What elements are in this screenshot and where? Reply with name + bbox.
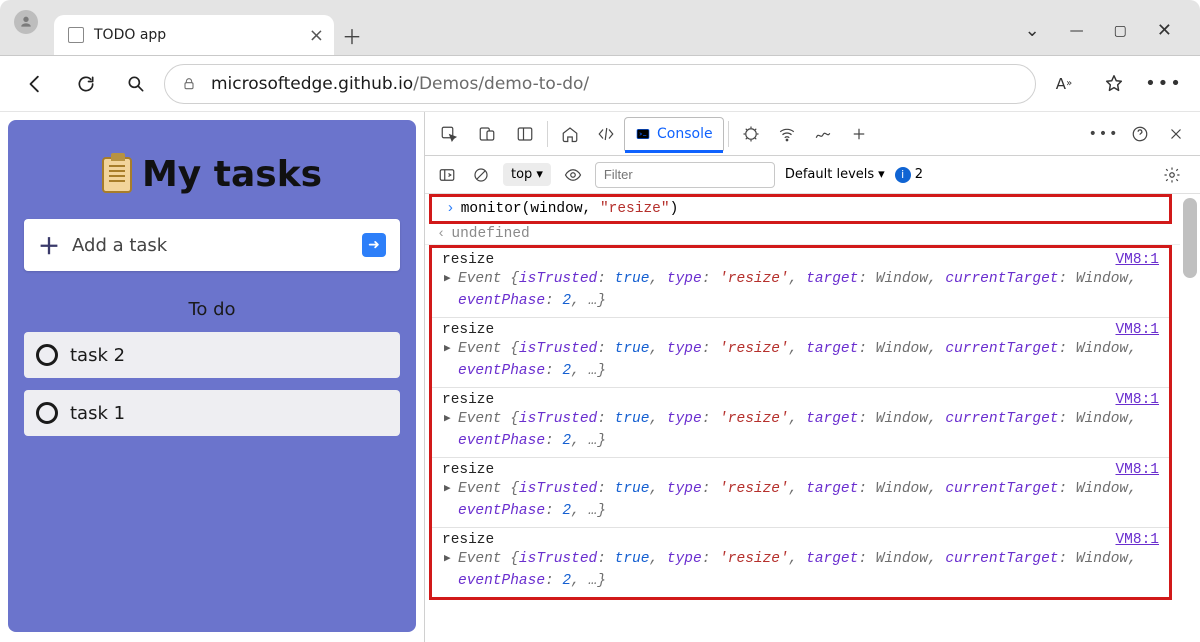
back-button[interactable]	[14, 62, 58, 106]
log-object-preview[interactable]: ▶ Event {isTrusted: true, type: 'resize'…	[442, 268, 1159, 313]
window-maximize-button[interactable]: ▢	[1114, 23, 1127, 39]
console-return-value: ‹ undefined	[425, 224, 1180, 245]
browser-tab[interactable]: TODO app ×	[54, 15, 334, 55]
expand-icon[interactable]: ▶	[444, 481, 451, 498]
read-aloud-button[interactable]: A»	[1042, 62, 1086, 106]
chevron-down-icon: ▾	[878, 167, 885, 182]
log-object-preview[interactable]: ▶ Event {isTrusted: true, type: 'resize'…	[442, 408, 1159, 453]
console-tab[interactable]: Console	[624, 117, 724, 151]
log-levels-selector[interactable]: Default levels ▾	[785, 167, 885, 182]
plus-icon: ＋	[38, 229, 60, 261]
search-button[interactable]	[114, 62, 158, 106]
console-log-entry[interactable]: resize VM8:1 ▶ Event {isTrusted: true, t…	[432, 458, 1169, 528]
log-source-link[interactable]: VM8:1	[1115, 532, 1159, 548]
devtools-more-button[interactable]: •••	[1086, 116, 1122, 152]
favorite-button[interactable]	[1092, 62, 1136, 106]
panel-layout-button[interactable]	[507, 116, 543, 152]
issue-badge: i	[895, 167, 911, 183]
log-source-link[interactable]: VM8:1	[1115, 392, 1159, 408]
context-label: top	[511, 167, 532, 182]
console-input-echo: › monitor(window, "resize")	[429, 194, 1172, 224]
log-source-link[interactable]: VM8:1	[1115, 462, 1159, 478]
console-tab-label: Console	[657, 126, 713, 142]
clipboard-icon	[102, 157, 132, 193]
tab-actions-button[interactable]: ⌄	[1025, 20, 1040, 41]
page-content: My tasks ＋ Add a task ➜ To do task 2 task…	[0, 112, 424, 642]
app-heading: My tasks	[142, 154, 322, 195]
refresh-button[interactable]	[64, 62, 108, 106]
log-event-name: resize	[442, 532, 494, 548]
console-log-entry[interactable]: resize VM8:1 ▶ Event {isTrusted: true, t…	[432, 388, 1169, 458]
log-event-name: resize	[442, 322, 494, 338]
log-levels-label: Default levels	[785, 167, 874, 182]
console-sidebar-toggle[interactable]	[435, 157, 459, 193]
welcome-tab[interactable]	[552, 116, 588, 152]
network-conditions-button[interactable]	[769, 116, 805, 152]
url-text: microsoftedge.github.io/Demos/demo-to-do…	[211, 74, 589, 94]
address-bar[interactable]: microsoftedge.github.io/Demos/demo-to-do…	[164, 64, 1036, 104]
profile-avatar[interactable]	[14, 10, 38, 34]
window-close-button[interactable]: ✕	[1157, 20, 1172, 41]
issues-button[interactable]	[733, 116, 769, 152]
log-source-link[interactable]: VM8:1	[1115, 322, 1159, 338]
task-checkbox[interactable]	[36, 402, 58, 424]
chevron-down-icon: ▾	[536, 167, 543, 182]
more-tabs-button[interactable]	[841, 116, 877, 152]
expand-icon[interactable]: ▶	[444, 411, 451, 428]
console-settings-button[interactable]	[1154, 157, 1190, 193]
console-scrollbar[interactable]	[1183, 198, 1197, 278]
tab-close-icon[interactable]: ×	[309, 25, 324, 46]
issue-count: 2	[915, 167, 923, 182]
return-arrow-icon: ‹	[437, 226, 445, 242]
task-item[interactable]: task 1	[24, 390, 400, 436]
log-object-preview[interactable]: ▶ Event {isTrusted: true, type: 'resize'…	[442, 548, 1159, 593]
task-checkbox[interactable]	[36, 344, 58, 366]
add-task-input[interactable]: ＋ Add a task ➜	[24, 219, 400, 271]
submit-task-button[interactable]: ➜	[362, 233, 386, 257]
performance-button[interactable]	[805, 116, 841, 152]
more-button[interactable]: •••	[1142, 62, 1186, 106]
console-log-entry[interactable]: resize VM8:1 ▶ Event {isTrusted: true, t…	[432, 528, 1169, 597]
section-heading: To do	[24, 299, 400, 320]
inspect-element-button[interactable]	[431, 116, 467, 152]
elements-tab[interactable]	[588, 116, 624, 152]
log-event-name: resize	[442, 252, 494, 268]
log-event-name: resize	[442, 462, 494, 478]
expand-icon[interactable]: ▶	[444, 551, 451, 568]
log-event-name: resize	[442, 392, 494, 408]
device-toolbar-button[interactable]	[469, 116, 505, 152]
new-tab-button[interactable]: ＋	[336, 19, 368, 51]
issues-counter[interactable]: i 2	[895, 167, 923, 183]
console-log-entry[interactable]: resize VM8:1 ▶ Event {isTrusted: true, t…	[432, 248, 1169, 318]
task-label: task 1	[70, 403, 125, 424]
expand-icon[interactable]: ▶	[444, 341, 451, 358]
task-item[interactable]: task 2	[24, 332, 400, 378]
live-expression-button[interactable]	[561, 157, 585, 193]
log-object-preview[interactable]: ▶ Event {isTrusted: true, type: 'resize'…	[442, 338, 1159, 383]
log-object-preview[interactable]: ▶ Event {isTrusted: true, type: 'resize'…	[442, 478, 1159, 523]
site-info-icon[interactable]	[181, 76, 199, 92]
expand-icon[interactable]: ▶	[444, 271, 451, 288]
devtools-close-button[interactable]	[1158, 116, 1194, 152]
tab-favicon	[68, 27, 84, 43]
window-minimize-button[interactable]: —	[1070, 23, 1084, 39]
prompt-icon: ›	[446, 201, 455, 217]
add-task-placeholder: Add a task	[72, 235, 167, 256]
task-label: task 2	[70, 345, 125, 366]
console-filter-input[interactable]	[595, 162, 775, 188]
tab-title: TODO app	[94, 27, 166, 43]
context-selector[interactable]: top ▾	[503, 163, 551, 186]
devtools-help-button[interactable]	[1122, 116, 1158, 152]
log-source-link[interactable]: VM8:1	[1115, 252, 1159, 268]
console-log-entry[interactable]: resize VM8:1 ▶ Event {isTrusted: true, t…	[432, 318, 1169, 388]
clear-console-button[interactable]	[469, 157, 493, 193]
